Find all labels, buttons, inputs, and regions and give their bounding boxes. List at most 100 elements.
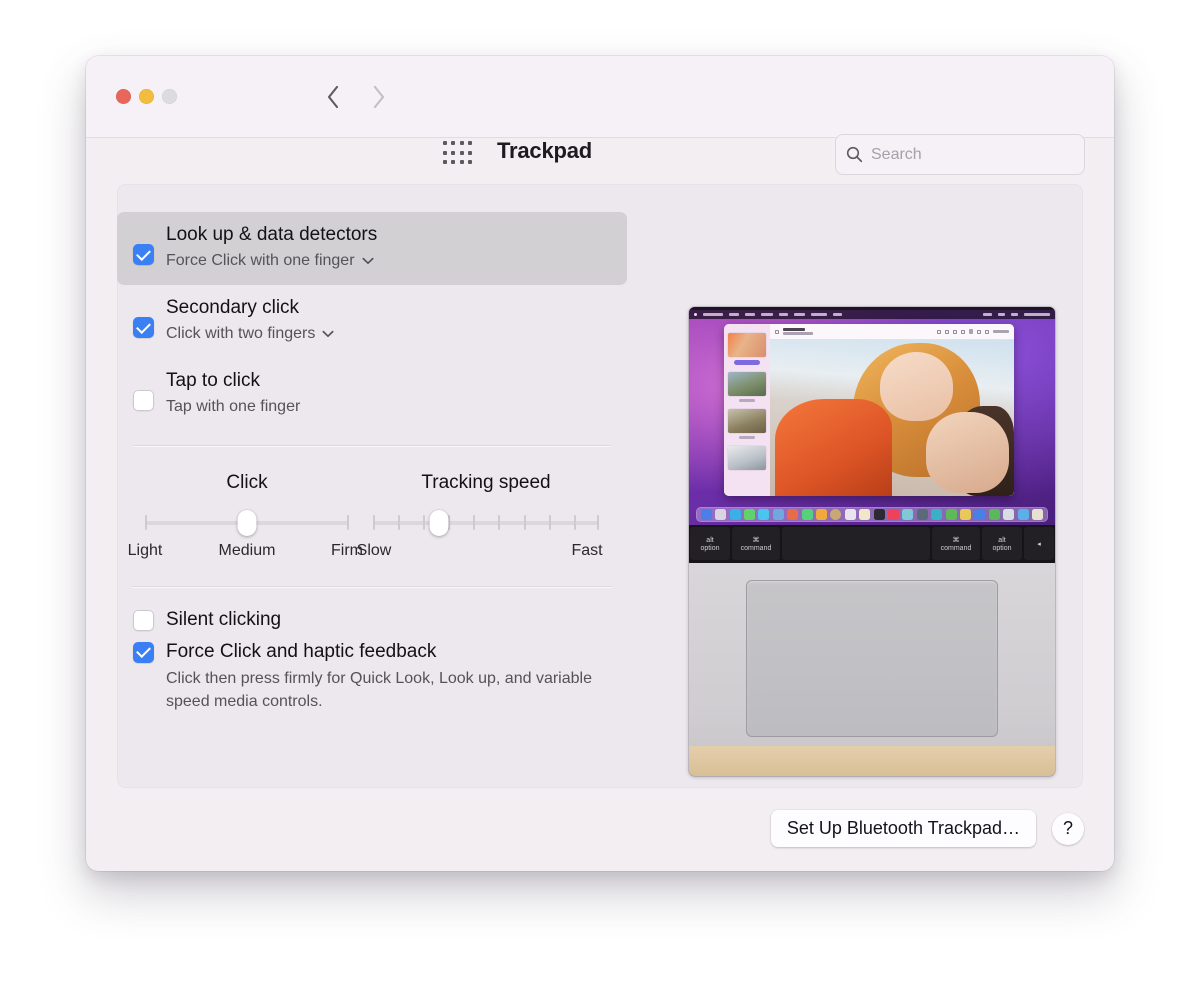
- photo-label: [739, 399, 755, 402]
- key-arrow-left: ◂: [1024, 527, 1054, 561]
- window-controls: [116, 89, 177, 104]
- search-icon: [846, 146, 863, 163]
- chevron-down-icon: [322, 330, 334, 338]
- slider-tick: [145, 515, 147, 530]
- slider-rail: [373, 521, 599, 525]
- macos-menubar: [689, 310, 1055, 319]
- option-text-secondary-click: Secondary click Click with two fingers: [166, 295, 334, 346]
- option-row-look-up[interactable]: Look up & data detectors Force Click wit…: [117, 212, 627, 285]
- photos-sidebar: [724, 324, 770, 496]
- photo-thumbnail: [728, 333, 766, 357]
- photos-toolbar: [770, 324, 1014, 340]
- photo-thumbnail: [728, 372, 766, 396]
- checkbox-secondary-click[interactable]: [133, 317, 154, 338]
- checkbox-tap-to-click[interactable]: [133, 390, 154, 411]
- slider-tick: [448, 515, 451, 530]
- photos-main-area: [770, 324, 1014, 496]
- scale-label-fast: Fast: [571, 542, 603, 559]
- scale-label-medium: Medium: [218, 542, 276, 559]
- window-footer: Set Up Bluetooth Trackpad… ?: [770, 810, 1084, 847]
- option-title: Tap to click: [166, 370, 260, 391]
- back-icon: [775, 329, 779, 334]
- laptop-screen: [689, 307, 1055, 525]
- desk-surface: [689, 746, 1055, 776]
- option-subtitle-wrap: Tap with one finger: [166, 395, 300, 419]
- system-preferences-window: Trackpad Point & Click Scroll & Zoom Mor…: [86, 56, 1114, 871]
- slider-block-tracking: Tracking speed Slow Fast: [357, 472, 611, 564]
- check-label: Silent clicking: [166, 609, 282, 630]
- show-all-grid-icon[interactable]: [443, 141, 473, 167]
- photos-app-window: [724, 324, 1014, 496]
- slider-track-click[interactable]: [145, 510, 349, 536]
- divider-bottom: [133, 586, 611, 587]
- share-icon: [985, 329, 989, 334]
- macos-dock: [696, 507, 1048, 522]
- photo-content: [770, 340, 1014, 496]
- option-subtitle: Tap with one finger: [166, 398, 301, 415]
- slider-block-click: Click Light Medium Firm: [128, 472, 363, 564]
- checkbox-silent-clicking[interactable]: [133, 609, 154, 631]
- photo-thumbnail: [728, 409, 766, 433]
- slider-tick: [573, 515, 576, 530]
- option-subtitle: Click with two fingers: [166, 325, 316, 342]
- key-option-right: alt option: [982, 527, 1022, 561]
- photo-thumbnail: [728, 446, 766, 470]
- trackpad-demo-preview[interactable]: alt option ⌘ command ⌘ command alt optio…: [689, 307, 1055, 776]
- zoom-in-icon: [953, 329, 957, 334]
- settings-panel: Look up & data detectors Force Click wit…: [117, 184, 1083, 788]
- navigation-arrows: [322, 84, 390, 110]
- slider-tick: [597, 515, 599, 530]
- divider-top: [133, 445, 611, 446]
- force-click-description: Click then press firmly for Quick Look, …: [166, 670, 592, 710]
- slider-tick: [373, 515, 375, 530]
- chevron-left-icon[interactable]: [322, 84, 344, 110]
- slider-tick: [398, 515, 401, 530]
- help-button[interactable]: ?: [1052, 812, 1084, 845]
- search-field[interactable]: [835, 134, 1085, 175]
- search-input[interactable]: [871, 145, 1074, 164]
- close-button[interactable]: [116, 89, 131, 104]
- slider-tick: [423, 515, 426, 530]
- checkbox-force-click[interactable]: [133, 641, 154, 663]
- set-up-bluetooth-trackpad-button[interactable]: Set Up Bluetooth Trackpad…: [770, 810, 1036, 847]
- laptop-palmrest: [689, 563, 1055, 776]
- option-dropdown-secondary-click[interactable]: Click with two fingers: [166, 322, 334, 346]
- key-command-left: ⌘ command: [732, 527, 780, 561]
- slider-thumb-click[interactable]: [237, 510, 257, 536]
- option-row-secondary-click[interactable]: Secondary click Click with two fingers: [117, 285, 627, 358]
- chevron-down-icon: [361, 257, 374, 265]
- laptop-trackpad: [746, 580, 998, 737]
- check-row-force-click[interactable]: Force Click and haptic feedback: [133, 641, 611, 663]
- rotate-icon: [977, 329, 981, 334]
- photo-label-selected: [734, 360, 760, 365]
- check-row-silent-clicking[interactable]: Silent clicking: [133, 609, 611, 631]
- window-titlebar: Trackpad: [86, 56, 1114, 175]
- page-title: Trackpad: [497, 138, 593, 163]
- key-command-right: ⌘ command: [932, 527, 980, 561]
- slider-track-tracking[interactable]: [373, 510, 599, 536]
- option-subtitle: Force Click with one finger: [166, 252, 355, 269]
- slider-tick: [347, 515, 349, 530]
- chevron-right-icon: [368, 84, 390, 110]
- slider-scale-click: Light Medium Firm: [128, 542, 363, 564]
- option-row-tap-to-click[interactable]: Tap to click Tap with one finger: [117, 358, 627, 431]
- option-text-tap-to-click: Tap to click Tap with one finger: [166, 368, 300, 419]
- checkbox-look-up[interactable]: [133, 244, 154, 265]
- slider-tick: [548, 515, 551, 530]
- settings-left-column: Look up & data detectors Force Click wit…: [117, 212, 627, 713]
- laptop-keyboard: alt option ⌘ command ⌘ command alt optio…: [689, 525, 1055, 563]
- option-dropdown-look-up[interactable]: Force Click with one finger: [166, 249, 377, 273]
- sliders-section: Click Light Medium Firm Tracking speed S…: [117, 472, 627, 564]
- bottom-checks-section: Silent clicking Force Click and haptic f…: [117, 609, 627, 713]
- key-option-left: alt option: [690, 527, 730, 561]
- slider-thumb-tracking[interactable]: [429, 510, 449, 536]
- photo-label: [739, 436, 755, 439]
- option-text-look-up: Look up & data detectors Force Click wit…: [166, 222, 377, 273]
- slider-scale-tracking: Slow Fast: [357, 542, 611, 564]
- option-title: Look up & data detectors: [166, 224, 378, 245]
- zoom-button: [162, 89, 177, 104]
- check-label: Force Click and haptic feedback: [166, 641, 437, 662]
- option-title: Secondary click: [166, 297, 300, 318]
- minimize-button[interactable]: [139, 89, 154, 104]
- crop-icon: [961, 329, 965, 334]
